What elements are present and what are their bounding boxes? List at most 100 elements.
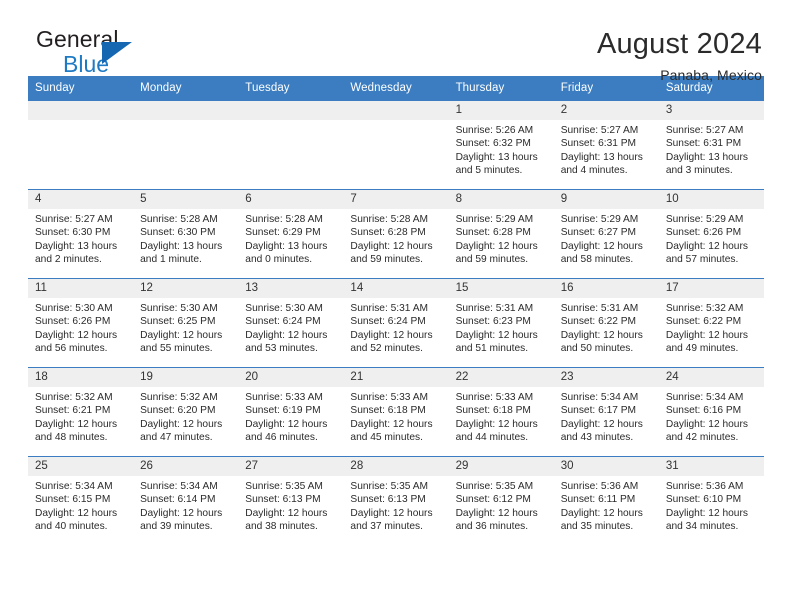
page-header: General Blue August 2024 Panaba, Mexico bbox=[28, 0, 764, 83]
sunset-text: Sunset: 6:26 PM bbox=[665, 227, 742, 239]
calendar-day-cell[interactable]: 30 Sunrise: 5:36 AM Sunset: 6:11 PM Dayligh… bbox=[553, 456, 659, 546]
calendar-day-cell[interactable]: 13 Sunrise: 5:30 AM Sunset: 6:24 PM Dayligh… bbox=[238, 278, 344, 368]
day-number bbox=[238, 101, 344, 120]
day-number: 18 bbox=[28, 368, 134, 387]
calendar-day-cell[interactable]: 3 Sunrise: 5:27 AM Sunset: 6:31 PM Daylight… bbox=[658, 100, 764, 190]
sunrise-text: Sunrise: 5:34 AM bbox=[665, 392, 744, 403]
sunset-text: Sunset: 6:29 PM bbox=[245, 227, 321, 239]
calendar-day-cell[interactable]: 11 Sunrise: 5:30 AM Sunset: 6:26 PM Dayligh… bbox=[28, 278, 134, 368]
sunrise-text: Sunrise: 5:30 AM bbox=[35, 303, 113, 314]
calendar-day-cell[interactable]: 10 Sunrise: 5:29 AM Sunset: 6:26 PM Dayligh… bbox=[658, 189, 764, 279]
daylight-text: and 49 minutes. bbox=[665, 343, 739, 355]
day-details: Sunrise: 5:34 AM Sunset: 6:14 PM Daylight:… bbox=[133, 476, 238, 534]
daylight-text: Daylight: 12 hours bbox=[350, 507, 433, 519]
calendar-day-cell[interactable]: 12 Sunrise: 5:30 AM Sunset: 6:25 PM Dayligh… bbox=[133, 278, 239, 368]
day-details: Sunrise: 5:36 AM Sunset: 6:10 PM Daylight:… bbox=[659, 476, 764, 534]
calendar-day-cell[interactable]: 15 Sunrise: 5:31 AM Sunset: 6:23 PM Dayligh… bbox=[448, 278, 554, 368]
day-number: 19 bbox=[133, 368, 239, 387]
daylight-text: Daylight: 12 hours bbox=[35, 507, 118, 519]
day-details: Sunrise: 5:29 AM Sunset: 6:26 PM Daylight:… bbox=[659, 209, 764, 267]
sunset-text: Sunset: 6:28 PM bbox=[455, 227, 531, 239]
daylight-text: Daylight: 12 hours bbox=[455, 240, 538, 252]
calendar-day-cell[interactable]: 20 Sunrise: 5:33 AM Sunset: 6:19 PM Dayligh… bbox=[238, 367, 344, 457]
calendar-day-cell[interactable]: 31 Sunrise: 5:36 AM Sunset: 6:10 PM Dayligh… bbox=[658, 456, 764, 546]
day-number: 1 bbox=[448, 101, 554, 120]
daylight-text: and 34 minutes. bbox=[665, 521, 739, 533]
calendar-day-cell[interactable]: 5 Sunrise: 5:28 AM Sunset: 6:30 PM Daylight… bbox=[133, 189, 239, 279]
sunrise-text: Sunrise: 5:32 AM bbox=[140, 392, 218, 403]
calendar-day-cell[interactable]: 17 Sunrise: 5:32 AM Sunset: 6:22 PM Dayligh… bbox=[658, 278, 764, 368]
daylight-text: Daylight: 13 hours bbox=[665, 151, 748, 163]
daylight-text: and 2 minutes. bbox=[35, 254, 102, 266]
day-details: Sunrise: 5:31 AM Sunset: 6:22 PM Daylight:… bbox=[554, 298, 659, 356]
sunset-text: Sunset: 6:13 PM bbox=[350, 494, 426, 506]
calendar-day-cell[interactable]: 8 Sunrise: 5:29 AM Sunset: 6:28 PM Daylight… bbox=[448, 189, 554, 279]
brand-logo: General Blue bbox=[28, 27, 178, 79]
calendar-day-cell[interactable]: 2 Sunrise: 5:27 AM Sunset: 6:31 PM Daylight… bbox=[553, 100, 659, 190]
calendar-day-cell[interactable]: 16 Sunrise: 5:31 AM Sunset: 6:22 PM Dayligh… bbox=[553, 278, 659, 368]
sunrise-text: Sunrise: 5:27 AM bbox=[560, 125, 639, 136]
sunrise-text: Sunrise: 5:32 AM bbox=[35, 392, 113, 403]
sunrise-text: Sunrise: 5:34 AM bbox=[140, 481, 218, 492]
calendar-day-cell[interactable]: 25 Sunrise: 5:34 AM Sunset: 6:15 PM Dayligh… bbox=[28, 456, 134, 546]
day-details: Sunrise: 5:26 AM Sunset: 6:32 PM Daylight:… bbox=[449, 120, 554, 178]
day-details: Sunrise: 5:28 AM Sunset: 6:29 PM Daylight:… bbox=[238, 209, 343, 267]
daylight-text: and 36 minutes. bbox=[455, 521, 529, 533]
sunrise-text: Sunrise: 5:29 AM bbox=[665, 214, 744, 225]
calendar-day-cell[interactable]: 6 Sunrise: 5:28 AM Sunset: 6:29 PM Daylight… bbox=[238, 189, 344, 279]
day-details: Sunrise: 5:30 AM Sunset: 6:25 PM Daylight:… bbox=[133, 298, 238, 356]
calendar-day-cell[interactable]: 26 Sunrise: 5:34 AM Sunset: 6:14 PM Dayligh… bbox=[133, 456, 239, 546]
calendar-day-cell[interactable]: 29 Sunrise: 5:35 AM Sunset: 6:12 PM Dayligh… bbox=[448, 456, 554, 546]
sunrise-text: Sunrise: 5:27 AM bbox=[35, 214, 113, 225]
daylight-text: and 37 minutes. bbox=[350, 521, 423, 533]
calendar-day-cell[interactable]: 27 Sunrise: 5:35 AM Sunset: 6:13 PM Dayligh… bbox=[238, 456, 344, 546]
day-number: 2 bbox=[553, 101, 659, 120]
sunset-text: Sunset: 6:14 PM bbox=[140, 494, 216, 506]
sunset-text: Sunset: 6:25 PM bbox=[140, 316, 216, 328]
sunrise-sunset-calendar: Sunday Monday Tuesday Wednesday Thursday… bbox=[28, 76, 764, 546]
sunrise-text: Sunrise: 5:28 AM bbox=[245, 214, 323, 225]
calendar-day-cell[interactable]: 4 Sunrise: 5:27 AM Sunset: 6:30 PM Daylight… bbox=[28, 189, 134, 279]
day-details: Sunrise: 5:27 AM Sunset: 6:30 PM Daylight:… bbox=[28, 209, 133, 267]
calendar-day-cell[interactable]: 9 Sunrise: 5:29 AM Sunset: 6:27 PM Daylight… bbox=[553, 189, 659, 279]
sunrise-text: Sunrise: 5:28 AM bbox=[140, 214, 218, 225]
calendar-day-cell[interactable]: 19 Sunrise: 5:32 AM Sunset: 6:20 PM Dayligh… bbox=[133, 367, 239, 457]
daylight-text: and 44 minutes. bbox=[455, 432, 529, 444]
daylight-text: Daylight: 12 hours bbox=[140, 418, 223, 430]
calendar-day-cell[interactable]: 14 Sunrise: 5:31 AM Sunset: 6:24 PM Dayligh… bbox=[343, 278, 449, 368]
day-details: Sunrise: 5:30 AM Sunset: 6:24 PM Daylight:… bbox=[238, 298, 343, 356]
day-details: Sunrise: 5:33 AM Sunset: 6:18 PM Daylight:… bbox=[449, 387, 554, 445]
daylight-text: Daylight: 12 hours bbox=[665, 240, 748, 252]
sunset-text: Sunset: 6:28 PM bbox=[350, 227, 426, 239]
day-number: 31 bbox=[658, 457, 764, 476]
calendar-day-cell[interactable]: 21 Sunrise: 5:33 AM Sunset: 6:18 PM Dayligh… bbox=[343, 367, 449, 457]
day-details: Sunrise: 5:32 AM Sunset: 6:21 PM Daylight:… bbox=[28, 387, 133, 445]
sunset-text: Sunset: 6:31 PM bbox=[560, 138, 637, 150]
calendar-day-cell-empty bbox=[238, 100, 344, 190]
sunset-text: Sunset: 6:31 PM bbox=[665, 138, 742, 150]
daylight-text: and 59 minutes. bbox=[350, 254, 423, 266]
day-details: Sunrise: 5:35 AM Sunset: 6:13 PM Daylight:… bbox=[343, 476, 448, 534]
daylight-text: and 45 minutes. bbox=[350, 432, 423, 444]
daylight-text: and 58 minutes. bbox=[560, 254, 634, 266]
calendar-day-cell[interactable]: 1 Sunrise: 5:26 AM Sunset: 6:32 PM Daylight… bbox=[448, 100, 554, 190]
daylight-text: and 52 minutes. bbox=[350, 343, 423, 355]
day-details: Sunrise: 5:29 AM Sunset: 6:28 PM Daylight:… bbox=[449, 209, 554, 267]
daylight-text: and 53 minutes. bbox=[245, 343, 318, 355]
calendar-day-cell[interactable]: 28 Sunrise: 5:35 AM Sunset: 6:13 PM Dayligh… bbox=[343, 456, 449, 546]
sunset-text: Sunset: 6:24 PM bbox=[350, 316, 426, 328]
calendar-day-cell[interactable]: 22 Sunrise: 5:33 AM Sunset: 6:18 PM Dayligh… bbox=[448, 367, 554, 457]
day-details: Sunrise: 5:31 AM Sunset: 6:23 PM Daylight:… bbox=[449, 298, 554, 356]
sunset-text: Sunset: 6:32 PM bbox=[455, 138, 531, 150]
day-number: 16 bbox=[553, 279, 659, 298]
calendar-day-cell[interactable]: 7 Sunrise: 5:28 AM Sunset: 6:28 PM Daylight… bbox=[343, 189, 449, 279]
calendar-day-cell[interactable]: 23 Sunrise: 5:34 AM Sunset: 6:17 PM Dayligh… bbox=[553, 367, 659, 457]
daylight-text: Daylight: 12 hours bbox=[350, 418, 433, 430]
calendar-day-cell[interactable]: 24 Sunrise: 5:34 AM Sunset: 6:16 PM Dayligh… bbox=[658, 367, 764, 457]
daylight-text: and 46 minutes. bbox=[245, 432, 318, 444]
day-details: Sunrise: 5:33 AM Sunset: 6:18 PM Daylight:… bbox=[343, 387, 448, 445]
day-number: 23 bbox=[553, 368, 659, 387]
sunrise-text: Sunrise: 5:36 AM bbox=[560, 481, 639, 492]
calendar-day-cell[interactable]: 18 Sunrise: 5:32 AM Sunset: 6:21 PM Dayligh… bbox=[28, 367, 134, 457]
day-number: 3 bbox=[658, 101, 764, 120]
